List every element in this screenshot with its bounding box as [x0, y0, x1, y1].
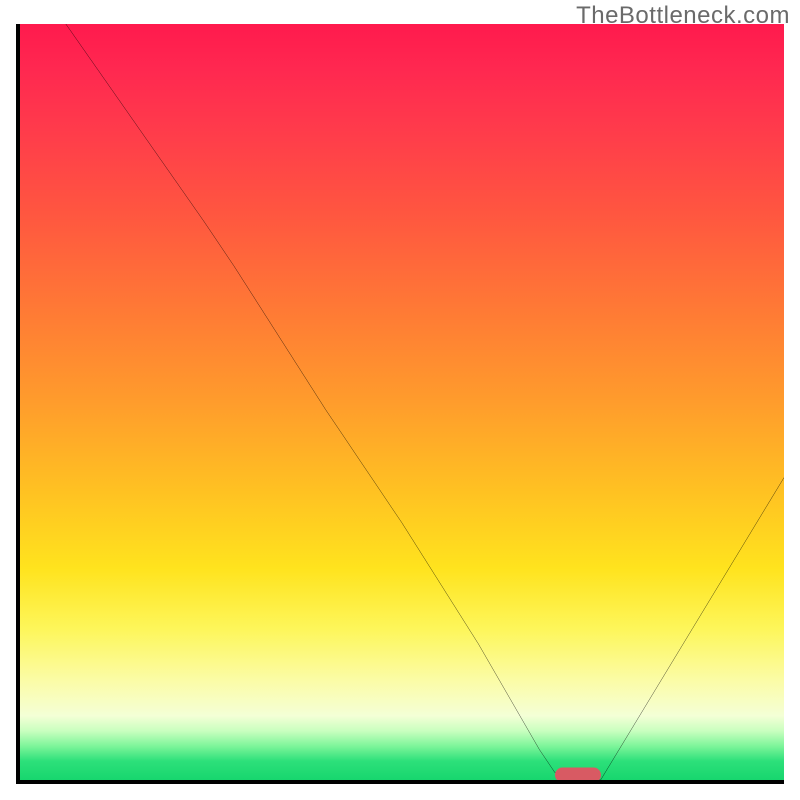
min-marker	[555, 767, 601, 782]
bottleneck-chart: TheBottleneck.com	[0, 0, 800, 800]
watermark-text: TheBottleneck.com	[576, 2, 790, 30]
bottleneck-curve	[20, 24, 784, 780]
plot-area	[16, 24, 784, 784]
curve-path	[66, 24, 784, 780]
